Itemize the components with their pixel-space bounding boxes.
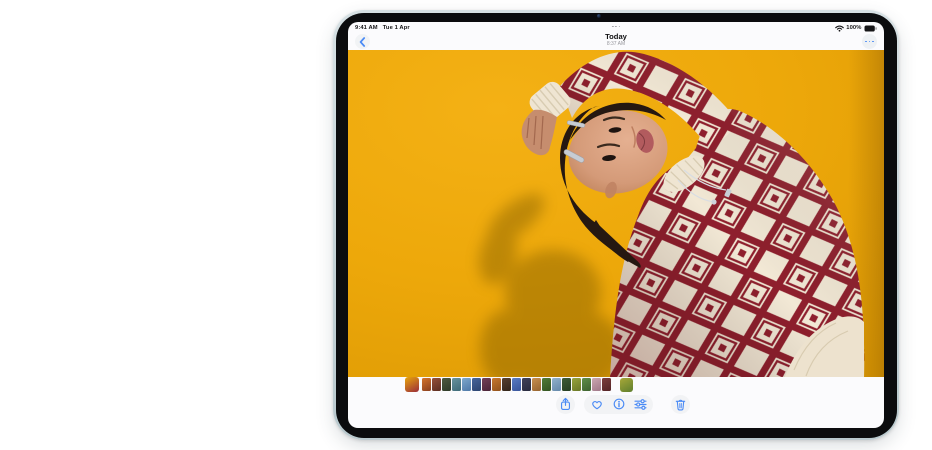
thumbnail-item[interactable] xyxy=(432,378,441,391)
thumbnail-item[interactable] xyxy=(472,378,481,391)
page-background: 9:41 AM Tue 1 Apr 100% xyxy=(0,0,932,450)
status-date: Tue 1 Apr xyxy=(383,25,410,31)
front-camera-dot xyxy=(597,14,601,18)
thumbnail-item[interactable] xyxy=(452,378,461,391)
thumbnail-item[interactable] xyxy=(532,378,541,391)
thumbnail-item[interactable] xyxy=(572,378,581,391)
share-icon xyxy=(560,397,571,411)
thumbnail-item[interactable] xyxy=(522,378,531,391)
nav-bar: Today 8:37 AM xyxy=(348,33,884,51)
battery-percent: 100% xyxy=(846,25,861,31)
photo-viewer[interactable] xyxy=(348,50,884,377)
page-subtitle: 8:37 AM xyxy=(348,42,884,47)
thumbnail-item[interactable] xyxy=(512,378,521,391)
ipad-screen: 9:41 AM Tue 1 Apr 100% xyxy=(348,22,884,428)
info-button[interactable] xyxy=(610,395,628,414)
thumbnail-item[interactable] xyxy=(592,378,601,391)
photo-image xyxy=(348,50,884,377)
favorite-button[interactable] xyxy=(588,395,606,414)
thumbnail-current[interactable] xyxy=(405,377,419,392)
thumbnail-item[interactable] xyxy=(482,378,491,391)
battery-icon xyxy=(864,25,877,32)
sliders-icon xyxy=(634,399,647,410)
thumbnail-item[interactable] xyxy=(542,378,551,391)
heart-icon xyxy=(591,399,603,410)
thumbnail-item[interactable] xyxy=(562,378,571,391)
ellipsis-icon xyxy=(865,41,874,43)
thumbnail-item[interactable] xyxy=(602,378,611,391)
info-icon xyxy=(613,398,625,410)
page-title: Today xyxy=(348,33,884,41)
thumbnail-item[interactable] xyxy=(552,378,561,391)
multitask-indicator[interactable] xyxy=(612,26,620,28)
thumbnail-item[interactable] xyxy=(442,378,451,391)
thumbnail-item[interactable] xyxy=(492,378,501,391)
ipad-device: 9:41 AM Tue 1 Apr 100% xyxy=(333,10,899,440)
thumbnail-strip[interactable] xyxy=(405,377,633,392)
thumbnail-item[interactable] xyxy=(422,378,431,391)
title-block: Today 8:37 AM xyxy=(348,33,884,47)
trash-icon xyxy=(675,398,686,411)
thumbnail-item[interactable] xyxy=(620,378,633,392)
thumbnail-item[interactable] xyxy=(582,378,591,391)
thumbnail-item[interactable] xyxy=(462,378,471,391)
photo-actions-pill xyxy=(584,395,653,414)
wifi-icon xyxy=(835,25,844,32)
thumbnail-item[interactable] xyxy=(502,378,511,391)
share-button[interactable] xyxy=(556,395,575,414)
status-left: 9:41 AM Tue 1 Apr xyxy=(355,25,410,31)
delete-button[interactable] xyxy=(671,395,690,414)
status-right: 100% xyxy=(835,25,877,32)
adjust-button[interactable] xyxy=(631,395,649,414)
bottom-toolbar xyxy=(348,395,884,415)
status-time: 9:41 AM xyxy=(355,25,378,31)
more-button[interactable] xyxy=(862,34,877,49)
